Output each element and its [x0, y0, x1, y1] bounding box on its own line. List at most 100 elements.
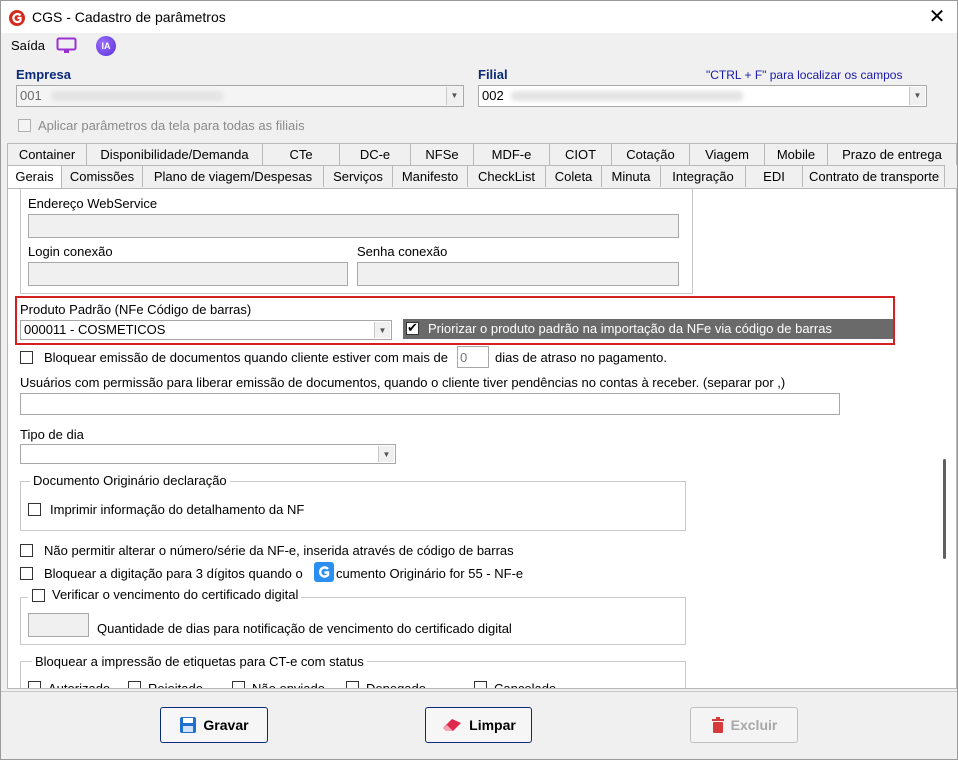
dias-atraso-value: 0 — [460, 350, 468, 365]
chevron-down-icon: ▼ — [378, 446, 394, 462]
tab-cte[interactable]: CTe — [262, 143, 340, 165]
status-rejeitado-checkbox[interactable] — [128, 681, 141, 688]
status-rejeitado-label: Rejeitado — [148, 681, 203, 689]
tipo-dia-label: Tipo de dia — [20, 427, 84, 442]
tab-checklist[interactable]: CheckList — [467, 165, 546, 187]
tab-cotacao[interactable]: Cotação — [611, 143, 690, 165]
tab-minuta[interactable]: Minuta — [601, 165, 661, 187]
senha-label: Senha conexão — [357, 244, 448, 259]
imprimir-label: Imprimir informação do detalhamento da N… — [50, 502, 305, 517]
redacted-filial — [511, 91, 743, 101]
chevron-down-icon: ▼ — [374, 322, 390, 338]
produto-label: Produto Padrão (NFe Código de barras) — [20, 302, 252, 317]
close-icon[interactable]: ✕ — [921, 3, 953, 31]
tab-mobile[interactable]: Mobile — [764, 143, 828, 165]
tab-servicos[interactable]: Serviços — [323, 165, 393, 187]
login-label: Login conexão — [28, 244, 113, 259]
excluir-label: Excluir — [730, 717, 778, 733]
tab-comissoes[interactable]: Comissões — [61, 165, 143, 187]
apply-all-label: Aplicar parâmetros da tela para todas as… — [38, 118, 305, 133]
status-denegado-label: Denegado — [366, 681, 426, 689]
bloquear-digitacao-after: cumento Originário for 55 - NF-e — [336, 566, 524, 581]
status-nao-enviado-label: Não enviado — [252, 681, 325, 689]
status-autorizado-checkbox[interactable] — [28, 681, 41, 688]
priorizar-label: Priorizar o produto padrão na importação… — [428, 321, 832, 336]
tab-dce[interactable]: DC-e — [339, 143, 411, 165]
chevron-down-icon: ▼ — [909, 87, 925, 105]
tab-edi[interactable]: EDI — [745, 165, 803, 187]
bloquear-digitacao-checkbox[interactable] — [20, 567, 33, 580]
ia-icon[interactable]: IA — [96, 36, 116, 56]
qtd-dias-label: Quantidade de dias para notificação de v… — [97, 621, 512, 636]
usuarios-input[interactable] — [20, 393, 840, 415]
qtd-dias-input[interactable] — [28, 613, 89, 637]
filial-value: 002 — [482, 88, 504, 103]
tab-integracao[interactable]: Integração — [660, 165, 746, 187]
tab-manifesto[interactable]: Manifesto — [392, 165, 468, 187]
tab-row-bottom: Gerais Comissões Plano de viagem/Despesa… — [7, 165, 945, 189]
empresa-value: 001 — [20, 88, 42, 103]
tab-coleta[interactable]: Coleta — [545, 165, 602, 187]
redacted-empresa — [51, 91, 223, 101]
monitor-icon[interactable] — [56, 37, 77, 54]
tab-contrato-transporte[interactable]: Contrato de transporte — [802, 165, 945, 187]
tab-row-top: Container Disponibilidade/Demanda CTe DC… — [7, 143, 957, 165]
empresa-select[interactable]: 001 ▼ — [16, 85, 464, 107]
trash-icon — [711, 717, 724, 733]
status-denegado-checkbox[interactable] — [346, 681, 359, 688]
bloquear-suffix: dias de atraso no pagamento. — [495, 350, 668, 365]
endereco-ws-input[interactable] — [28, 214, 679, 238]
doc-originario-title: Documento Originário declaração — [30, 473, 230, 488]
senha-input[interactable] — [357, 262, 679, 286]
bloquear-checkbox[interactable] — [20, 351, 33, 364]
dias-atraso-input[interactable]: 0 — [457, 346, 489, 368]
cgs-assistant-icon[interactable] — [314, 562, 334, 582]
app-logo-icon — [9, 10, 25, 26]
imprimir-checkbox[interactable] — [28, 503, 41, 516]
eraser-icon — [443, 719, 462, 731]
window-title: CGS - Cadastro de parâmetros — [32, 9, 226, 25]
login-input[interactable] — [28, 262, 348, 286]
tab-nfse[interactable]: NFSe — [410, 143, 474, 165]
vertical-scrollbar[interactable] — [934, 189, 956, 688]
filial-select[interactable]: 002 ▼ — [478, 85, 927, 107]
gravar-button[interactable]: Gravar — [160, 707, 268, 743]
tab-disponibilidade[interactable]: Disponibilidade/Demanda — [86, 143, 263, 165]
empresa-label: Empresa — [16, 67, 71, 82]
status-cancelado-checkbox[interactable] — [474, 681, 487, 688]
search-hint: "CTRL + F" para localizar os campos — [706, 68, 903, 82]
status-nao-enviado-checkbox[interactable] — [232, 681, 245, 688]
tab-mdfe[interactable]: MDF-e — [473, 143, 550, 165]
excluir-button[interactable]: Excluir — [690, 707, 798, 743]
certificado-checkbox[interactable] — [32, 589, 45, 602]
chevron-down-icon: ▼ — [446, 87, 462, 105]
tab-panel-gerais: Endereço WebService Login conexão Senha … — [7, 188, 957, 689]
save-icon — [180, 717, 197, 733]
bloquear-digitacao-before: Bloquear a digitação para 3 dígitos quan… — [44, 566, 303, 581]
nao-permitir-label: Não permitir alterar o número/série da N… — [44, 543, 514, 558]
produto-select[interactable]: 000011 - COSMETICOS ▼ — [20, 320, 392, 340]
tab-gerais[interactable]: Gerais — [7, 165, 62, 189]
filial-label: Filial — [478, 67, 508, 82]
tab-container[interactable]: Container — [7, 143, 87, 165]
limpar-button[interactable]: Limpar — [425, 707, 532, 743]
priorizar-checkbox[interactable] — [406, 320, 419, 336]
tab-viagem[interactable]: Viagem — [689, 143, 765, 165]
scroll-thumb[interactable] — [943, 459, 946, 559]
tab-ciot[interactable]: CIOT — [549, 143, 612, 165]
tab-prazo-entrega[interactable]: Prazo de entrega — [827, 143, 957, 165]
endereco-ws-label: Endereço WebService — [28, 196, 158, 211]
bloquear-prefix: Bloquear emissão de documentos quando cl… — [44, 350, 448, 365]
nao-permitir-checkbox[interactable] — [20, 544, 33, 557]
status-autorizado-label: Autorizado — [48, 681, 111, 689]
usuarios-label: Usuários com permissão para liberar emis… — [20, 375, 786, 390]
apply-all-checkbox[interactable] — [18, 119, 31, 132]
tipo-dia-select[interactable]: ▼ — [20, 444, 396, 464]
gravar-label: Gravar — [203, 717, 249, 733]
tab-plano-viagem[interactable]: Plano de viagem/Despesas — [142, 165, 324, 187]
certificado-title: Verificar o vencimento do certificado di… — [28, 587, 302, 602]
title-bar: CGS - Cadastro de parâmetros ✕ — [1, 1, 957, 33]
etiquetas-title: Bloquear a impressão de etiquetas para C… — [32, 654, 367, 669]
main-window: CGS - Cadastro de parâmetros ✕ Saída IA … — [0, 0, 958, 760]
menu-saida[interactable]: Saída — [11, 38, 45, 53]
